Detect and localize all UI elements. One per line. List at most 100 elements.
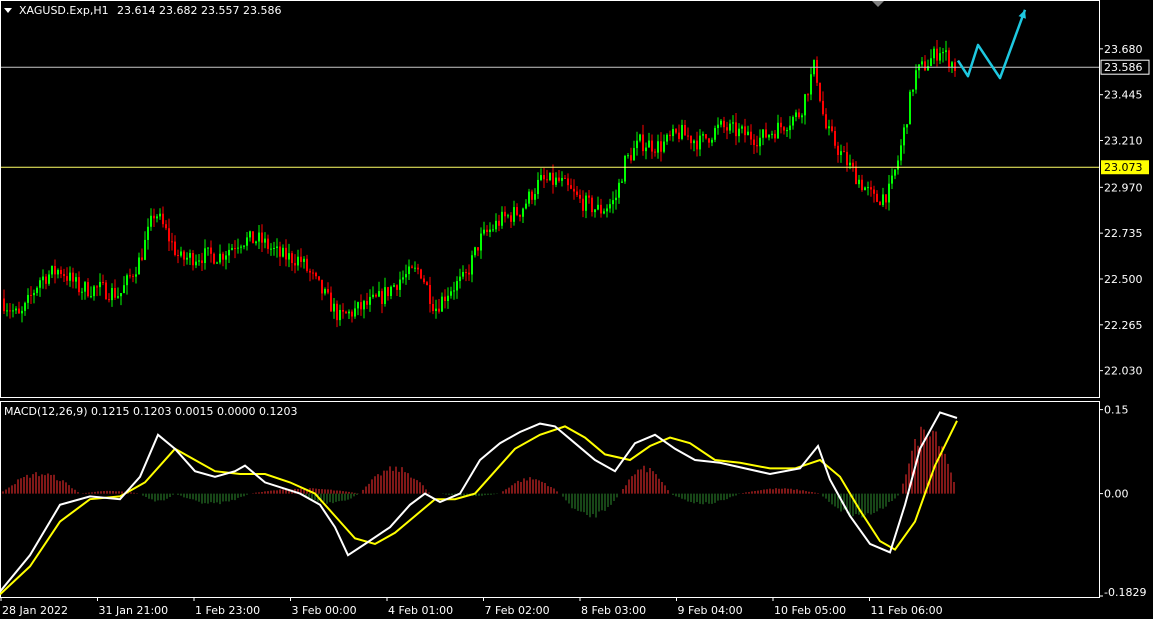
candle-body bbox=[201, 260, 203, 264]
candle-body bbox=[942, 52, 944, 54]
candle-body bbox=[780, 122, 782, 128]
forecast-arrow-line bbox=[956, 9, 1027, 80]
candle-body bbox=[198, 260, 200, 262]
candle-body bbox=[876, 193, 878, 202]
candle-body bbox=[921, 61, 923, 65]
candle-body bbox=[954, 62, 956, 71]
chart-shift-marker-icon[interactable] bbox=[872, 1, 884, 7]
candle-body bbox=[108, 299, 110, 301]
candle-body bbox=[846, 151, 848, 166]
candle-body bbox=[597, 204, 599, 210]
candle-body bbox=[837, 145, 839, 156]
candle-body bbox=[834, 131, 836, 146]
candle-body bbox=[744, 126, 746, 136]
candle-body bbox=[474, 247, 476, 256]
candle-body bbox=[753, 139, 755, 145]
candle-body bbox=[678, 132, 680, 139]
candle-body bbox=[432, 303, 434, 312]
candle-body bbox=[768, 134, 770, 138]
candle-body bbox=[909, 91, 911, 125]
candle-body bbox=[651, 140, 653, 152]
candle-body bbox=[312, 272, 314, 274]
candle-body bbox=[513, 207, 515, 222]
candle-body bbox=[147, 226, 149, 240]
candle-body bbox=[771, 133, 773, 135]
candle-body bbox=[774, 133, 776, 139]
candle-body bbox=[228, 249, 230, 256]
candle-body bbox=[618, 182, 620, 198]
candle-body bbox=[84, 282, 86, 292]
candle-body bbox=[819, 82, 821, 101]
candle-body bbox=[501, 211, 503, 226]
candle-body bbox=[285, 247, 287, 260]
candle-body bbox=[669, 134, 671, 137]
candle-body bbox=[162, 213, 164, 225]
candle-body bbox=[69, 272, 71, 281]
candle-body bbox=[666, 134, 668, 142]
candle-body bbox=[582, 198, 584, 211]
signal-line bbox=[0, 420, 958, 596]
candle-body bbox=[486, 229, 488, 233]
candle-body bbox=[444, 296, 446, 301]
candle-body bbox=[498, 220, 500, 226]
candle-body bbox=[138, 257, 140, 275]
price-tick-label: 23.210 bbox=[1104, 135, 1143, 148]
candle-body bbox=[693, 140, 695, 144]
candle-body bbox=[42, 276, 44, 281]
candle-body bbox=[195, 261, 197, 266]
candle-body bbox=[351, 311, 353, 317]
candle-body bbox=[645, 147, 647, 152]
candle-body bbox=[462, 272, 464, 277]
candle-body bbox=[633, 148, 635, 161]
collapse-triangle-icon[interactable] bbox=[4, 8, 12, 13]
candle-body bbox=[309, 270, 311, 273]
candle-body bbox=[849, 162, 851, 166]
candle-body bbox=[507, 215, 509, 217]
candle-body bbox=[27, 294, 29, 303]
candle-body bbox=[585, 195, 587, 211]
macd-histogram bbox=[2, 426, 955, 518]
candle-body bbox=[588, 195, 590, 198]
candle-body bbox=[489, 229, 491, 233]
candle-body bbox=[66, 276, 68, 281]
candle-body bbox=[348, 311, 350, 314]
candle-body bbox=[639, 134, 641, 141]
candle-body bbox=[429, 284, 431, 304]
chart-canvas[interactable]: 23.680 23.445 23.210 22.970 22.735 22.500 22.2… bbox=[0, 0, 1153, 619]
candle-body bbox=[657, 141, 659, 153]
candle-body bbox=[18, 308, 20, 314]
candle-body bbox=[702, 134, 704, 136]
candle-body bbox=[684, 124, 686, 136]
candle-body bbox=[252, 231, 254, 244]
price-levels bbox=[1, 66, 1099, 168]
candle-body bbox=[324, 289, 326, 294]
candle-body bbox=[378, 291, 380, 297]
time-tick-label: 28 Jan 2022 bbox=[2, 604, 68, 617]
candle-body bbox=[534, 194, 536, 200]
candle-body bbox=[117, 296, 119, 298]
candle-body bbox=[408, 266, 410, 275]
candle-body bbox=[765, 129, 767, 138]
candle-body bbox=[105, 282, 107, 300]
candle-body bbox=[78, 277, 80, 293]
candle-body bbox=[48, 274, 50, 284]
candle-body bbox=[951, 62, 953, 68]
candle-body bbox=[924, 61, 926, 71]
candle-body bbox=[336, 303, 338, 321]
candle-body bbox=[132, 275, 134, 277]
candle-body bbox=[279, 246, 281, 257]
candle-body bbox=[510, 215, 512, 222]
candle-body bbox=[156, 216, 158, 219]
candle-body bbox=[576, 191, 578, 195]
candle-body bbox=[615, 197, 617, 201]
candle-body bbox=[258, 232, 260, 242]
candle-body bbox=[321, 279, 323, 294]
candle-body bbox=[906, 124, 908, 128]
candle-body bbox=[756, 144, 758, 147]
candle-body bbox=[759, 137, 761, 147]
candle-body bbox=[792, 116, 794, 126]
time-tick-label: 1 Feb 23:00 bbox=[195, 604, 260, 617]
candlestick-series bbox=[3, 39, 956, 328]
candle-body bbox=[897, 160, 899, 170]
candle-body bbox=[99, 281, 101, 288]
